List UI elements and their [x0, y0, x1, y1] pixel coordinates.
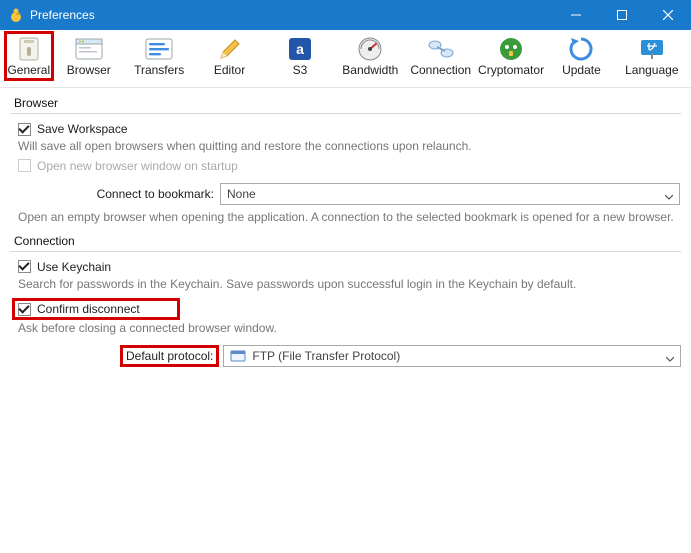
browser-group: Browser Save Workspace Will save all ope… — [10, 96, 681, 226]
s3-icon: a — [285, 35, 315, 63]
connection-group-title: Connection — [10, 234, 681, 250]
general-icon — [14, 35, 44, 63]
open-new-label: Open new browser window on startup — [37, 159, 238, 173]
use-keychain-checkbox[interactable] — [18, 260, 31, 273]
connection-group: Connection Use Keychain Search for passw… — [10, 234, 681, 368]
bandwidth-icon — [355, 35, 385, 63]
browser-group-title: Browser — [10, 96, 681, 112]
tab-s3-label: S3 — [293, 63, 308, 77]
tab-cryptomator[interactable]: Cryptomator — [478, 33, 544, 79]
confirm-disconnect-desc: Ask before closing a connected browser w… — [18, 320, 681, 337]
default-protocol-value: FTP (File Transfer Protocol) — [252, 349, 400, 363]
tab-language-label: Language — [625, 63, 678, 77]
transfers-icon — [144, 35, 174, 63]
tab-general[interactable]: General — [6, 33, 52, 79]
use-keychain-row: Use Keychain — [18, 260, 681, 274]
tab-bandwidth-label: Bandwidth — [342, 63, 398, 77]
save-workspace-label[interactable]: Save Workspace — [37, 122, 128, 136]
tab-editor-label: Editor — [214, 63, 245, 77]
tab-browser[interactable]: Browser — [56, 33, 122, 79]
open-new-checkbox — [18, 159, 31, 172]
cryptomator-icon — [496, 35, 526, 63]
tab-connection[interactable]: Connection — [408, 33, 474, 79]
maximize-button[interactable] — [599, 0, 645, 30]
confirm-disconnect-checkbox[interactable] — [18, 303, 31, 316]
connect-bookmark-value: None — [227, 187, 256, 201]
tab-transfers[interactable]: Transfers — [126, 33, 192, 79]
minimize-button[interactable] — [553, 0, 599, 30]
divider — [10, 113, 681, 114]
tab-transfers-label: Transfers — [134, 63, 184, 77]
language-icon — [637, 35, 667, 63]
preferences-body: Browser Save Workspace Will save all ope… — [0, 88, 691, 383]
tab-bandwidth[interactable]: Bandwidth — [337, 33, 403, 79]
editor-icon — [215, 35, 245, 63]
tab-update[interactable]: Update — [548, 33, 614, 79]
divider — [10, 251, 681, 252]
tab-s3[interactable]: a S3 — [267, 33, 333, 79]
browser-icon — [74, 35, 104, 63]
save-workspace-checkbox[interactable] — [18, 123, 31, 136]
default-protocol-row: Default protocol: FTP (File Transfer Pro… — [18, 345, 681, 367]
connect-bookmark-row: Connect to bookmark: None — [18, 183, 681, 205]
tab-browser-label: Browser — [67, 63, 111, 77]
tab-connection-label: Connection — [410, 63, 471, 77]
connect-bookmark-select[interactable]: None — [220, 183, 680, 205]
confirm-disconnect-row: Confirm disconnect — [14, 300, 178, 318]
connect-bookmark-desc: Open an empty browser when opening the a… — [18, 209, 681, 226]
tab-language[interactable]: Language — [619, 33, 685, 79]
window-title: Preferences — [30, 8, 553, 22]
svg-text:a: a — [296, 41, 304, 57]
close-button[interactable] — [645, 0, 691, 30]
chevron-down-icon — [665, 190, 673, 198]
connect-bookmark-label: Connect to bookmark: — [18, 187, 214, 201]
ftp-icon — [230, 348, 246, 364]
confirm-disconnect-label[interactable]: Confirm disconnect — [37, 302, 140, 316]
save-workspace-row: Save Workspace — [18, 122, 681, 136]
open-new-row: Open new browser window on startup — [18, 159, 681, 173]
tab-update-label: Update — [562, 63, 601, 77]
use-keychain-desc: Search for passwords in the Keychain. Sa… — [18, 276, 681, 293]
use-keychain-label[interactable]: Use Keychain — [37, 260, 111, 274]
app-icon — [8, 7, 24, 23]
default-protocol-select[interactable]: FTP (File Transfer Protocol) — [223, 345, 681, 367]
connection-icon — [426, 35, 456, 63]
update-icon — [566, 35, 596, 63]
preferences-toolbar: General Browser Transfers Editor a S3 Ba… — [0, 30, 691, 88]
chevron-down-icon — [666, 352, 674, 360]
save-workspace-desc: Will save all open browsers when quittin… — [18, 138, 681, 155]
tab-cryptomator-label: Cryptomator — [478, 63, 544, 77]
tab-editor[interactable]: Editor — [196, 33, 262, 79]
default-protocol-label: Default protocol: — [122, 347, 217, 365]
title-bar: Preferences — [0, 0, 691, 30]
tab-general-label: General — [7, 63, 50, 77]
